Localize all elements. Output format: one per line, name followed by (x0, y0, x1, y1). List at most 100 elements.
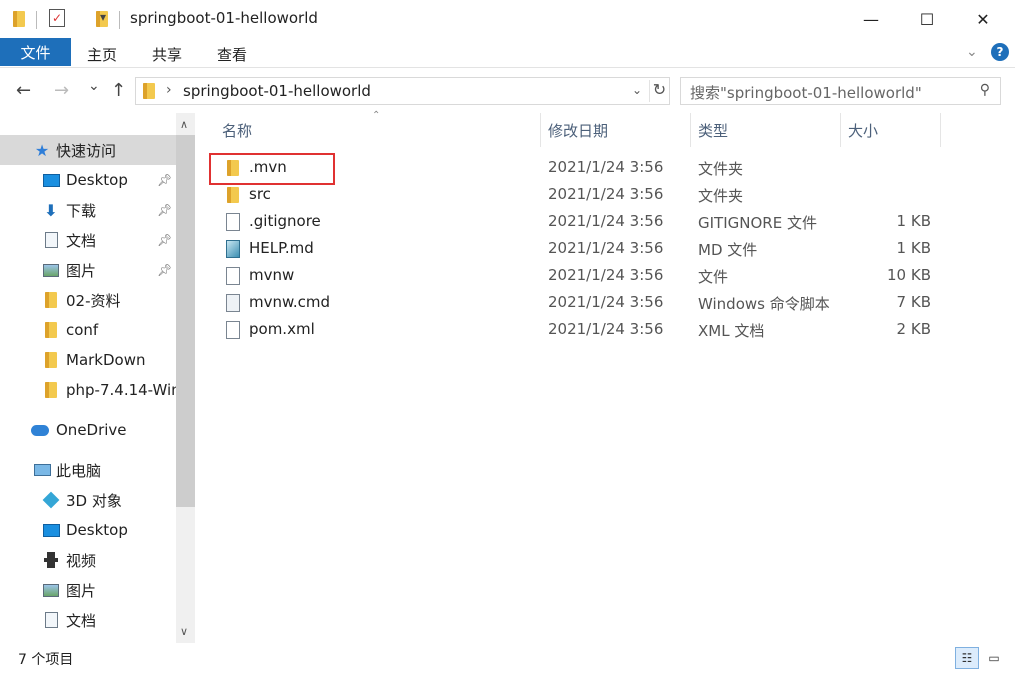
tab-file[interactable]: 文件 (0, 38, 71, 66)
navigation-bar: ← → ⌄ ↑ › springboot-01-helloworld ⌄ ↻ 搜… (0, 68, 1015, 112)
sidebar-item-label: Desktop (66, 171, 128, 189)
folder-icon (226, 186, 240, 204)
column-divider[interactable] (940, 113, 941, 147)
file-name: HELP.md (249, 239, 314, 257)
sidebar-item-02-materials[interactable]: 02-资料 (0, 285, 176, 315)
expand-ribbon-icon[interactable]: ⌄ (966, 44, 978, 60)
sidebar-item-3d-objects[interactable]: 3D 对象 (0, 485, 176, 515)
up-button[interactable]: ↑ (111, 80, 126, 101)
sidebar-item-label: php-7.4.14-Win (66, 381, 176, 399)
column-divider[interactable] (840, 113, 841, 147)
file-row[interactable]: .gitignore 2021/1/24 3:56 GITIGNORE 文件 1… (210, 209, 950, 236)
search-placeholder: 搜索"springboot-01-helloworld" (690, 84, 922, 102)
file-modified: 2021/1/24 3:56 (548, 320, 664, 338)
breadcrumb[interactable]: springboot-01-helloworld (183, 82, 371, 100)
sidebar-item-markdown[interactable]: MarkDown (0, 345, 176, 375)
file-size: 1 KB (896, 212, 931, 230)
column-header-modified[interactable]: 修改日期 (548, 113, 608, 147)
tab-home[interactable]: 主页 (87, 44, 117, 65)
sidebar-item-onedrive[interactable]: OneDrive (0, 415, 176, 445)
column-header-name[interactable]: 名称 (222, 113, 252, 147)
file-row[interactable]: mvnw 2021/1/24 3:56 文件 10 KB (210, 263, 950, 290)
pin-icon: 📌︎ (157, 173, 173, 187)
sidebar-item-label: 文档 (66, 231, 97, 250)
sidebar-item-documents-pc[interactable]: 文档 (0, 605, 176, 635)
file-size: 1 KB (896, 239, 931, 257)
scroll-up-icon[interactable]: ∧ (180, 118, 188, 131)
properties-icon[interactable]: ✓ (49, 9, 65, 27)
file-type: 文件夹 (698, 160, 744, 178)
sidebar-item-label: 视频 (66, 551, 97, 570)
tab-share[interactable]: 共享 (152, 44, 182, 65)
minimize-button[interactable]: — (843, 0, 899, 38)
close-button[interactable]: ✕ (955, 0, 1011, 38)
file-icon (226, 213, 240, 231)
sidebar-item-quick-access[interactable]: ★ 快速访问 (0, 135, 176, 165)
file-type: GITIGNORE 文件 (698, 214, 817, 232)
tab-view[interactable]: 查看 (217, 44, 247, 65)
file-name: pom.xml (249, 320, 315, 338)
sidebar-item-pictures[interactable]: 图片 📌︎ (0, 255, 176, 285)
chevron-down-icon[interactable]: ⌄ (632, 83, 642, 97)
sidebar-item-php[interactable]: php-7.4.14-Win (0, 375, 176, 405)
refresh-icon[interactable]: ↻ (649, 80, 669, 102)
customize-toolbar-icon[interactable]: ▾ (100, 10, 106, 24)
scrollbar-thumb[interactable] (176, 135, 195, 507)
maximize-button[interactable]: ☐ (899, 0, 955, 38)
file-type: 文件夹 (698, 187, 744, 205)
search-icon[interactable]: ⚲ (980, 82, 990, 98)
sidebar-item-this-pc[interactable]: 此电脑 (0, 455, 176, 485)
sidebar-item-label: OneDrive (56, 421, 127, 439)
picture-icon (43, 583, 59, 597)
file-modified: 2021/1/24 3:56 (548, 185, 664, 203)
file-row[interactable]: src 2021/1/24 3:56 文件夹 (210, 182, 950, 209)
file-modified: 2021/1/24 3:56 (548, 266, 664, 284)
sidebar-item-label: 此电脑 (56, 461, 102, 480)
sidebar-item-pictures-pc[interactable]: 图片 (0, 575, 176, 605)
column-header-type[interactable]: 类型 (698, 113, 728, 147)
column-divider[interactable] (690, 113, 691, 147)
sort-ascending-icon: ⌃ (372, 110, 381, 121)
sidebar-item-label: Desktop (66, 521, 128, 539)
column-divider[interactable] (540, 113, 541, 147)
sidebar-item-videos[interactable]: 视频 (0, 545, 176, 575)
help-icon[interactable]: ? (991, 43, 1009, 61)
sidebar-item-conf[interactable]: conf (0, 315, 176, 345)
column-header-size[interactable]: 大小 (848, 113, 878, 147)
forward-button[interactable]: → (54, 80, 69, 101)
file-type: Windows 命令脚本 (698, 295, 830, 313)
folder-icon[interactable] (12, 10, 26, 28)
sidebar-item-label: 下载 (66, 201, 97, 220)
back-button[interactable]: ← (16, 80, 31, 101)
breadcrumb-chevron-icon[interactable]: › (166, 82, 172, 98)
sidebar-item-documents[interactable]: 文档 📌︎ (0, 225, 176, 255)
file-type: MD 文件 (698, 241, 758, 259)
file-row[interactable]: pom.xml 2021/1/24 3:56 XML 文档 2 KB (210, 317, 950, 344)
file-name: .gitignore (249, 212, 321, 230)
sidebar-item-label: 3D 对象 (66, 491, 122, 510)
sidebar-item-label: MarkDown (66, 351, 146, 369)
item-count: 7 个项目 (18, 652, 74, 668)
file-icon (226, 321, 240, 339)
sidebar-item-desktop[interactable]: Desktop 📌︎ (0, 165, 176, 195)
file-row[interactable]: mvnw.cmd 2021/1/24 3:56 Windows 命令脚本 7 K… (210, 290, 950, 317)
file-row[interactable]: HELP.md 2021/1/24 3:56 MD 文件 1 KB (210, 236, 950, 263)
sidebar-item-label: 文档 (66, 611, 97, 630)
navigation-pane: ★ 快速访问 Desktop 📌︎ ⬇ 下载 📌︎ 文档 📌︎ 图片 📌︎ 02… (0, 113, 196, 643)
sidebar-item-label: 02-资料 (66, 291, 121, 310)
window-title: springboot-01-helloworld (130, 9, 318, 27)
sidebar-item-desktop-pc[interactable]: Desktop (0, 515, 176, 545)
ribbon: 文件 主页 共享 查看 ⌄ ? (0, 38, 1015, 68)
sidebar-item-downloads[interactable]: ⬇ 下载 📌︎ (0, 195, 176, 225)
file-size: 10 KB (887, 266, 931, 284)
large-icons-view-icon[interactable]: ▭ (982, 647, 1006, 669)
scroll-down-icon[interactable]: ∨ (180, 625, 188, 638)
details-view-icon[interactable]: ☷ (955, 647, 979, 669)
file-icon (226, 267, 240, 285)
title-bar: ✓ ▾ springboot-01-helloworld — ☐ ✕ (0, 0, 1015, 38)
recent-locations-button[interactable]: ⌄ (88, 78, 100, 94)
folder-icon (44, 291, 58, 309)
address-bar[interactable]: › springboot-01-helloworld ⌄ ↻ (135, 77, 670, 105)
search-input[interactable]: 搜索"springboot-01-helloworld" ⚲ (680, 77, 1001, 105)
file-modified: 2021/1/24 3:56 (548, 212, 664, 230)
